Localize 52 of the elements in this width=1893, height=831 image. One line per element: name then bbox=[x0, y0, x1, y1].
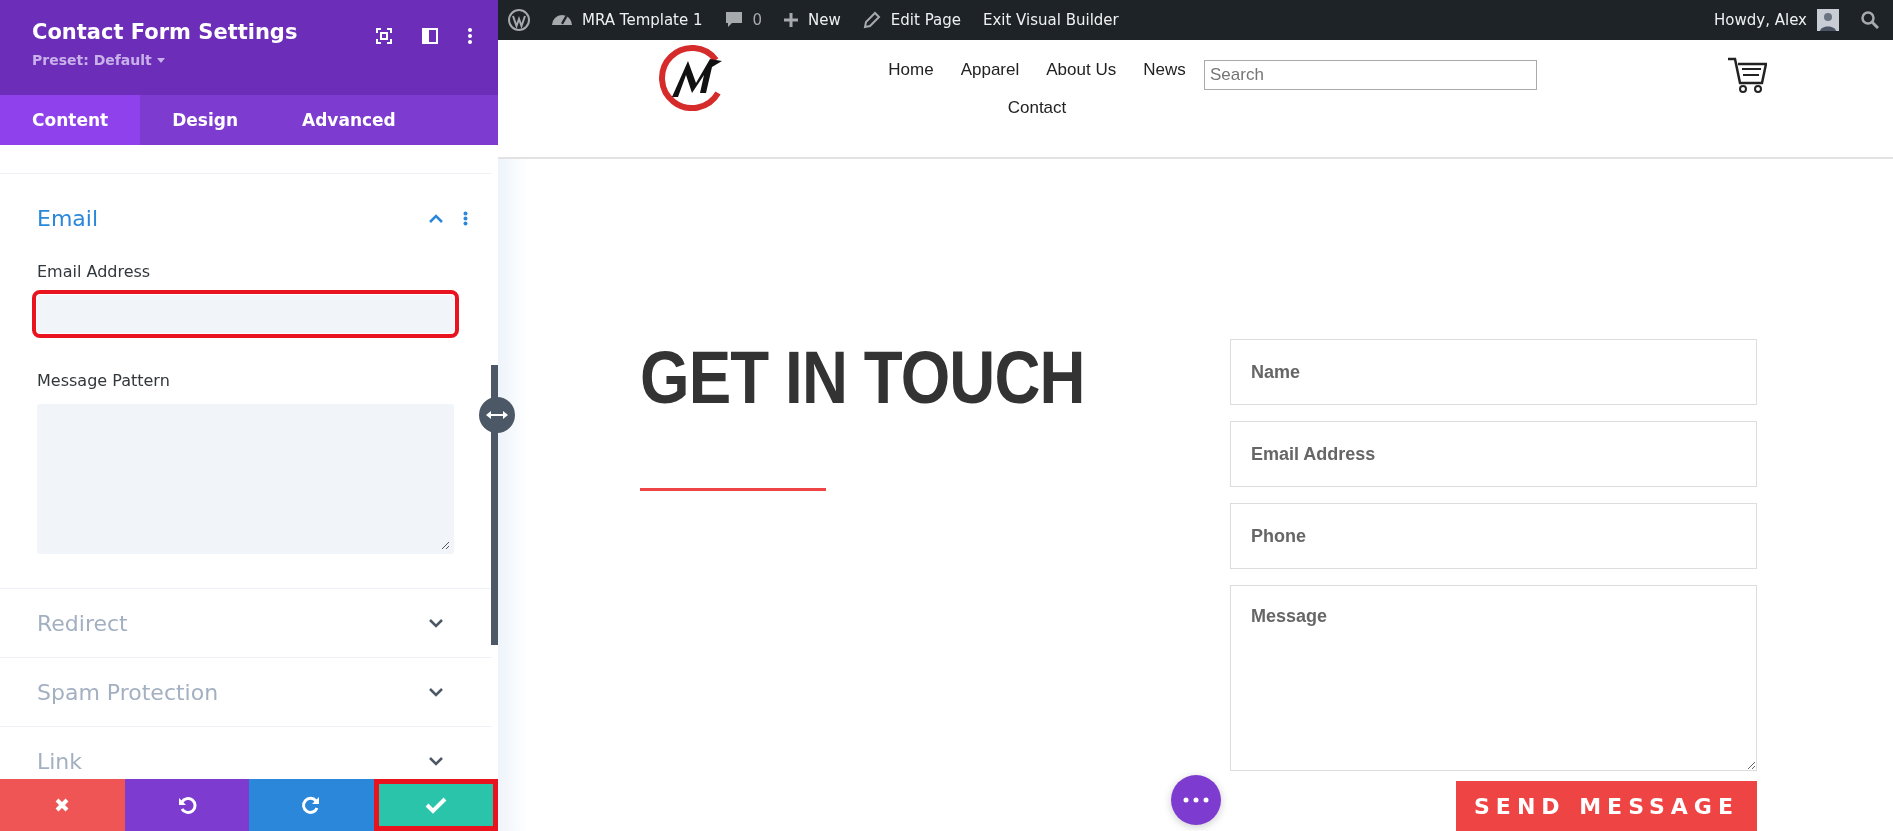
search-field[interactable]: Search bbox=[1204, 59, 1537, 90]
account-menu[interactable]: Howdy, Alex bbox=[1714, 8, 1839, 31]
caret-icon bbox=[156, 57, 165, 63]
section-title[interactable]: Email bbox=[37, 205, 429, 231]
undo-icon bbox=[176, 795, 197, 815]
search-icon[interactable] bbox=[1861, 10, 1879, 29]
fullscreen-icon[interactable] bbox=[376, 28, 392, 44]
nav-link[interactable]: News bbox=[1143, 59, 1186, 80]
redo-icon bbox=[301, 795, 322, 815]
nav-link[interactable]: Home bbox=[888, 59, 934, 80]
tab[interactable]: Design bbox=[140, 95, 270, 145]
avatar-icon bbox=[1817, 8, 1839, 31]
close-icon bbox=[54, 797, 71, 813]
double-arrow-icon bbox=[486, 410, 508, 420]
panel-title: Contact Form Settings bbox=[32, 20, 298, 44]
pencil-icon bbox=[862, 10, 881, 29]
chevron-up-icon[interactable] bbox=[429, 213, 443, 223]
check-icon bbox=[424, 796, 447, 814]
toolbar-item[interactable]: Exit Visual Builder bbox=[982, 10, 1119, 29]
input-field[interactable]: Name bbox=[1230, 339, 1757, 405]
undo-button[interactable] bbox=[124, 779, 249, 831]
gauge-icon bbox=[552, 14, 572, 25]
toolbar-item[interactable]: Edit Page bbox=[862, 10, 961, 29]
field-label: Email Address bbox=[37, 262, 152, 281]
toolbar-item[interactable]: MRA Template 1 bbox=[552, 10, 703, 29]
more-icon[interactable] bbox=[463, 210, 468, 226]
nav-link[interactable]: About Us bbox=[1046, 59, 1117, 80]
send-button[interactable]: SEND MESSAGE bbox=[1456, 781, 1757, 831]
preset-dropdown[interactable]: Preset: Default bbox=[32, 52, 165, 68]
speech-bubble-icon bbox=[724, 10, 743, 29]
dots-icon bbox=[1183, 797, 1209, 803]
message-field[interactable]: Message bbox=[1230, 585, 1757, 771]
field-label: Message Pattern bbox=[37, 371, 171, 390]
cart-icon[interactable] bbox=[1727, 55, 1767, 94]
toolbar-item[interactable]: New bbox=[784, 10, 841, 29]
plus-icon bbox=[784, 12, 799, 27]
options-button[interactable] bbox=[1171, 775, 1221, 825]
chevron-down-icon[interactable] bbox=[429, 756, 443, 766]
input-field[interactable]: Phone bbox=[1230, 503, 1757, 569]
resize-grip-icon[interactable] bbox=[440, 540, 450, 550]
page-heading: GET IN TOUCH bbox=[640, 335, 1086, 420]
tab[interactable]: Content bbox=[0, 95, 141, 145]
input-field[interactable]: Email Address bbox=[1230, 421, 1757, 487]
wordpress-icon[interactable] bbox=[508, 8, 530, 31]
nav-link[interactable]: Apparel bbox=[960, 59, 1020, 80]
more-icon[interactable] bbox=[468, 28, 472, 44]
layout-icon[interactable] bbox=[422, 28, 438, 44]
nav-link[interactable]: Contact bbox=[1007, 97, 1067, 118]
toolbar-item[interactable]: 0 bbox=[724, 10, 763, 29]
chevron-down-icon[interactable] bbox=[429, 687, 443, 697]
tab[interactable]: Advanced bbox=[270, 95, 428, 145]
chevron-down-icon[interactable] bbox=[429, 618, 443, 628]
